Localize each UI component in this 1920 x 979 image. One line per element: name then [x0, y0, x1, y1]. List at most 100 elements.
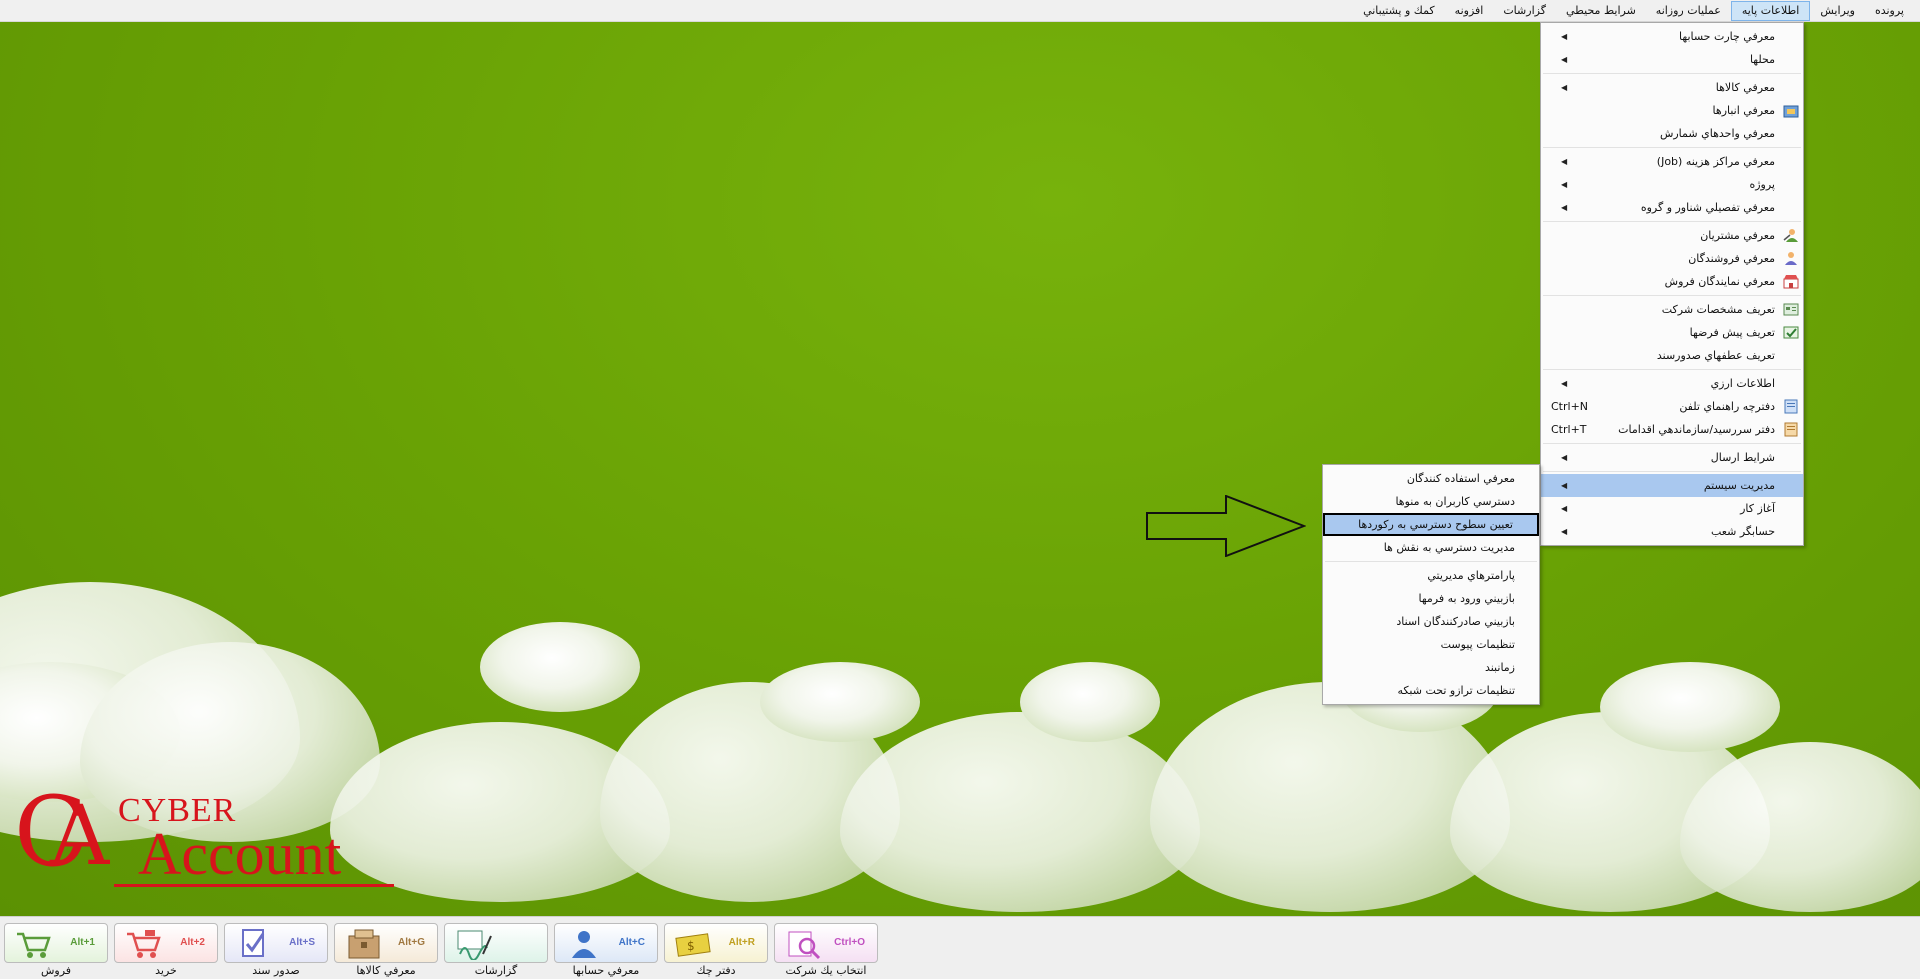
document-check-icon	[235, 928, 273, 960]
menubar-item-1[interactable]: ويرايش	[1810, 1, 1865, 21]
dropdown-item-16[interactable]: تعريف پيش فرضها	[1541, 321, 1803, 344]
dropdown-item-27[interactable]: حسابگر شعب ◀	[1541, 520, 1803, 543]
dropdown-item-3[interactable]: معرفي كالاها ◀	[1541, 76, 1803, 99]
hotkey-label: Alt+R	[728, 937, 755, 948]
system-management-submenu: معرفي استفاده كنندگان دسترسي كاربران به م…	[1322, 464, 1540, 705]
menubar-item-7[interactable]: كمك و پشتيباني	[1353, 1, 1445, 21]
logo-account-text: Account	[138, 821, 342, 887]
hotkey-label: Alt+1	[70, 937, 95, 948]
submenu-item-6[interactable]: بازبيني ورود به فرمها	[1323, 587, 1539, 610]
dropdown-item-20[interactable]: دفترچه راهنماي تلفن Ctrl+N	[1541, 395, 1803, 418]
taskbar-button-0[interactable]: Alt+1 فروش	[4, 923, 108, 979]
taskbar-button-face[interactable]: Alt+1	[4, 923, 108, 963]
taskbar-button-face[interactable]: $ Alt+R	[664, 923, 768, 963]
dropdown-item-13[interactable]: معرفي نمايندگان فروش	[1541, 270, 1803, 293]
hotkey-label: Ctrl+O	[834, 937, 865, 948]
taskbar-button-6[interactable]: $ Alt+R دفتر چك	[664, 923, 768, 979]
submenu-arrow-icon: ◀	[1561, 180, 1568, 189]
menubar-item-0[interactable]: پرونده	[1865, 1, 1914, 21]
person-icon	[565, 928, 603, 960]
taskbar-button-face[interactable]: Alt+2	[114, 923, 218, 963]
menu-separator	[1543, 443, 1801, 444]
planner-icon	[1783, 422, 1799, 437]
menu-separator	[1543, 221, 1801, 222]
cheque-icon: $	[675, 928, 713, 960]
cyber-account-logo: C A CYBER Account	[14, 784, 394, 890]
submenu-arrow-icon: ◀	[1561, 32, 1568, 41]
dropdown-item-label: معرفي انبارها	[1712, 104, 1775, 117]
menu-separator	[1543, 73, 1801, 74]
dropdown-item-19[interactable]: اطلاعات ارزي ◀	[1541, 372, 1803, 395]
submenu-item-10[interactable]: تنظيمات ترازو تحت شبكه	[1323, 679, 1539, 702]
submenu-item-0[interactable]: معرفي استفاده كنندگان	[1323, 467, 1539, 490]
submenu-item-9[interactable]: زمانبند	[1323, 656, 1539, 679]
taskbar-button-label: خريد	[155, 964, 177, 977]
taskbar-button-2[interactable]: Alt+S صدور سند	[224, 923, 328, 979]
submenu-arrow-icon: ◀	[1561, 453, 1568, 462]
dropdown-item-label: معرفي واحدهاي شمارش	[1659, 127, 1775, 140]
taskbar-button-face[interactable]	[444, 923, 548, 963]
taskbar-button-1[interactable]: Alt+2 خريد	[114, 923, 218, 979]
dropdown-item-label: تعريف مشخصات شركت	[1661, 303, 1775, 316]
logo-letter-a: A	[50, 789, 110, 884]
dropdown-item-label: محلها	[1749, 53, 1775, 66]
taskbar-button-5[interactable]: Alt+C معرفي حسابها	[554, 923, 658, 979]
taskbar-button-face[interactable]: Alt+G	[334, 923, 438, 963]
dropdown-item-8[interactable]: پروژه ◀	[1541, 173, 1803, 196]
dropdown-item-15[interactable]: تعريف مشخصات شركت	[1541, 298, 1803, 321]
shortcut-label: Ctrl+N	[1551, 400, 1589, 413]
dropdown-item-23[interactable]: شرايط ارسال ◀	[1541, 446, 1803, 469]
dropdown-item-label: آغاز كار	[1740, 502, 1775, 515]
submenu-item-3[interactable]: مديريت دسترسي به نقش ها	[1323, 536, 1539, 559]
dropdown-item-7[interactable]: معرفي مراكز هزينه (Job) ◀	[1541, 150, 1803, 173]
taskbar-button-4[interactable]: گزارشات	[444, 923, 548, 979]
dropdown-item-12[interactable]: معرفي فروشندگان	[1541, 247, 1803, 270]
submenu-item-1[interactable]: دسترسي كاربران به منوها	[1323, 490, 1539, 513]
dropdown-item-1[interactable]: محلها ◀	[1541, 48, 1803, 71]
taskbar-button-face[interactable]: Alt+C	[554, 923, 658, 963]
dropdown-item-label: شرايط ارسال	[1710, 451, 1775, 464]
submenu-arrow-icon: ◀	[1561, 504, 1568, 513]
menu-separator	[1543, 147, 1801, 148]
base-info-dropdown-menu: معرفي چارت حسابها ◀ محلها ◀ معرفي كالاها ◀ معر…	[1540, 22, 1804, 546]
dropdown-item-9[interactable]: معرفي تفصيلي شناور و گروه ◀	[1541, 196, 1803, 219]
taskbar-button-face[interactable]: Alt+S	[224, 923, 328, 963]
submenu-arrow-icon: ◀	[1561, 55, 1568, 64]
menubar-item-2[interactable]: اطلاعات پايه	[1730, 0, 1811, 21]
menu-separator	[1543, 295, 1801, 296]
menubar-item-5[interactable]: گزارشات	[1493, 1, 1556, 21]
menubar-item-3[interactable]: عمليات روزانه	[1646, 1, 1731, 21]
svg-text:$: $	[687, 939, 695, 953]
taskbar-button-7[interactable]: Ctrl+O انتخاب يك شركت	[774, 923, 878, 979]
taskbar-button-3[interactable]: Alt+G معرفي كالاها	[334, 923, 438, 979]
taskbar-button-label: فروش	[40, 964, 72, 977]
dropdown-item-25[interactable]: مديريت سيستم ◀	[1541, 474, 1803, 497]
dropdown-item-label: تعريف پيش فرضها	[1689, 326, 1775, 339]
logo-underline	[114, 884, 394, 887]
dropdown-item-4[interactable]: معرفي انبارها	[1541, 99, 1803, 122]
dropdown-item-17[interactable]: تعريف عطفهاي صدورسند	[1541, 344, 1803, 367]
dropdown-item-label: معرفي مشتريان	[1700, 229, 1775, 242]
menubar-item-4[interactable]: شرايط محيطي	[1556, 1, 1646, 21]
dropdown-item-label: معرفي تفصيلي شناور و گروه	[1640, 201, 1775, 214]
submenu-item-5[interactable]: پارامترهاي مديريتي	[1323, 564, 1539, 587]
cart-red-icon	[125, 928, 163, 960]
petal-decoration	[760, 662, 920, 742]
report-pen-icon	[455, 928, 493, 961]
submenu-item-2[interactable]: تعيين سطوح دسترسي به ركوردها	[1323, 513, 1539, 536]
annotation-arrow-icon	[1146, 495, 1306, 557]
taskbar-button-label: صدور سند	[252, 964, 300, 977]
hotkey-label: Alt+2	[180, 937, 205, 948]
submenu-item-7[interactable]: بازبيني صادركنندگان اسناد	[1323, 610, 1539, 633]
submenu-item-8[interactable]: تنظيمات پيوست	[1323, 633, 1539, 656]
dropdown-item-26[interactable]: آغاز كار ◀	[1541, 497, 1803, 520]
dropdown-item-11[interactable]: معرفي مشتريان	[1541, 224, 1803, 247]
boxes-icon	[345, 928, 383, 960]
menubar-item-6[interactable]: افزونه	[1445, 1, 1494, 21]
taskbar-button-face[interactable]: Ctrl+O	[774, 923, 878, 963]
dropdown-item-0[interactable]: معرفي چارت حسابها ◀	[1541, 25, 1803, 48]
menu-separator	[1325, 561, 1537, 562]
dropdown-item-21[interactable]: دفتر سررسيد/سازماندهي اقدامات Ctrl+T	[1541, 418, 1803, 441]
submenu-arrow-icon: ◀	[1561, 527, 1568, 536]
dropdown-item-5[interactable]: معرفي واحدهاي شمارش	[1541, 122, 1803, 145]
